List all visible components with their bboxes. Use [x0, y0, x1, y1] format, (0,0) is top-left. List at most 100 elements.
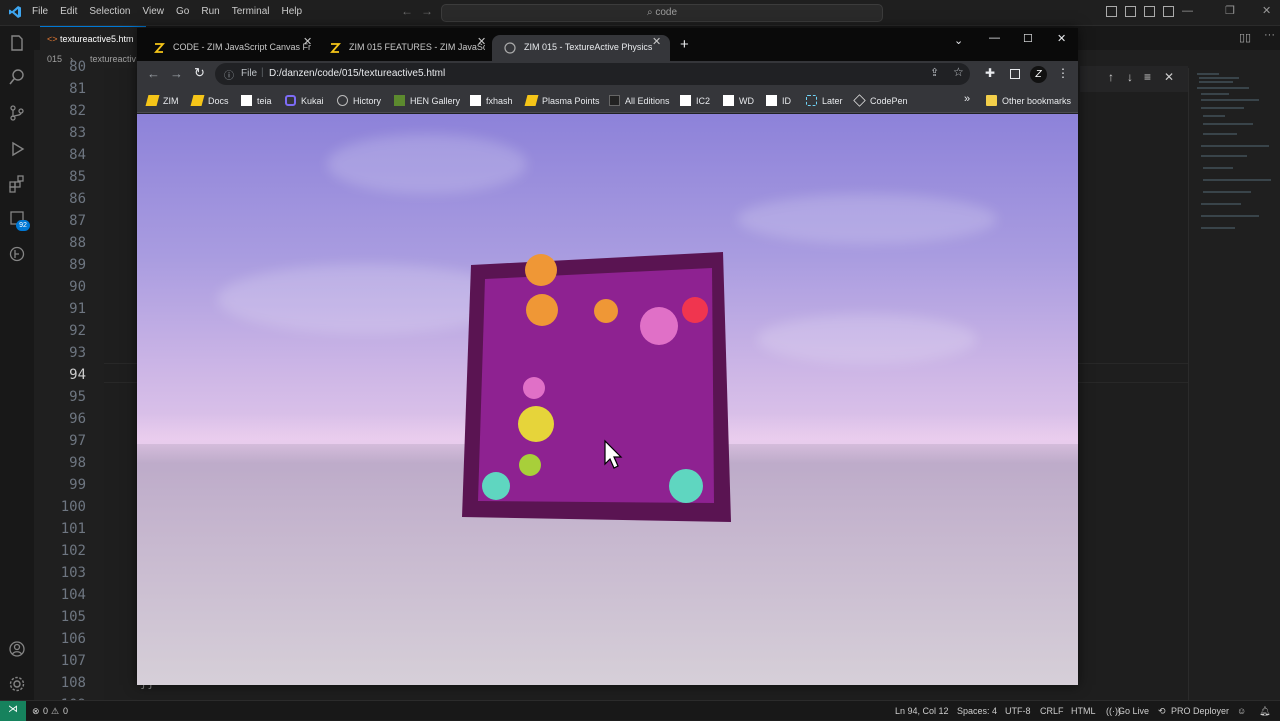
- editor-tab[interactable]: <> textureactive5.htm: [40, 26, 146, 50]
- tab-search-icon[interactable]: ⌄: [954, 34, 963, 47]
- next-match-icon[interactable]: ↓: [1127, 70, 1133, 84]
- share-icon[interactable]: ⇪: [930, 66, 939, 79]
- physics-ball[interactable]: [525, 254, 557, 286]
- remote-indicator[interactable]: ⋊: [0, 701, 26, 721]
- close-tab-icon[interactable]: ✕: [303, 35, 312, 48]
- close-tab-icon[interactable]: ✕: [477, 35, 486, 48]
- chrome-menu-icon[interactable]: ⋮: [1057, 66, 1069, 80]
- physics-ball[interactable]: [594, 299, 618, 323]
- physics-panel-surface[interactable]: [478, 268, 714, 503]
- bookmark-id[interactable]: ID: [766, 95, 791, 106]
- bookmark-teia[interactable]: teia: [241, 95, 272, 106]
- minimap[interactable]: [1188, 68, 1280, 700]
- reload-icon[interactable]: ↻: [194, 65, 205, 81]
- cursor-position[interactable]: Ln 94, Col 12: [895, 706, 949, 716]
- timeline-icon[interactable]: [8, 245, 26, 263]
- browser-minimize-icon[interactable]: —: [989, 32, 1000, 44]
- command-center[interactable]: ⌕ code: [441, 4, 883, 22]
- command-center-label: code: [655, 7, 678, 18]
- browser-tab-active[interactable]: ZIM 015 - TextureActive Physics: [492, 35, 670, 61]
- bookmark-star-icon[interactable]: ☆: [953, 65, 964, 79]
- bookmark-docs[interactable]: Docs: [190, 95, 229, 106]
- bookmark-ic2[interactable]: IC2: [680, 95, 710, 106]
- menu-selection[interactable]: Selection: [89, 6, 130, 17]
- physics-ball[interactable]: [523, 377, 545, 399]
- physics-ball[interactable]: [526, 294, 558, 326]
- forward-icon[interactable]: →: [170, 66, 183, 81]
- menu-run[interactable]: Run: [201, 6, 219, 17]
- menu-file[interactable]: File: [32, 6, 48, 17]
- restore-icon[interactable]: ❐: [1225, 4, 1235, 17]
- bookmark-hictory[interactable]: Hictory: [337, 95, 381, 106]
- explorer-icon[interactable]: [8, 34, 26, 52]
- minimize-icon[interactable]: —: [1182, 5, 1193, 17]
- more-bookmarks-icon[interactable]: »: [964, 93, 970, 105]
- menu-go[interactable]: Go: [176, 6, 189, 17]
- toggle-panel-icon[interactable]: [1125, 6, 1136, 17]
- notifications-bell-icon[interactable]: 🔔︎: [1259, 706, 1270, 717]
- bookmark-zim[interactable]: ZIM: [145, 95, 179, 106]
- menu-edit[interactable]: Edit: [60, 6, 77, 17]
- browser-tab[interactable]: CODE - ZIM JavaScript Canvas Fr: [141, 35, 313, 61]
- find-in-selection-icon[interactable]: ≡: [1144, 70, 1151, 84]
- source-control-icon[interactable]: [8, 104, 26, 122]
- account-icon[interactable]: [8, 640, 26, 658]
- physics-ball[interactable]: [518, 406, 554, 442]
- physics-ball[interactable]: [519, 454, 541, 476]
- bookmark-hen-gallery[interactable]: HEN Gallery: [394, 95, 460, 106]
- errors-count[interactable]: 0: [43, 706, 48, 716]
- bookmark-plasma-points[interactable]: Plasma Points: [524, 95, 600, 106]
- physics-ball[interactable]: [682, 297, 708, 323]
- line-number: 86: [69, 191, 86, 207]
- bookmark-wd[interactable]: WD: [723, 95, 754, 106]
- menu-terminal[interactable]: Terminal: [232, 6, 270, 17]
- back-arrow-icon[interactable]: ←: [401, 4, 413, 18]
- extensions-puzzle-icon[interactable]: ✚: [985, 66, 995, 80]
- physics-ball[interactable]: [640, 307, 678, 345]
- browser-close-icon[interactable]: ✕: [1057, 32, 1066, 45]
- page-viewport[interactable]: [137, 114, 1078, 685]
- settings-gear-icon[interactable]: [8, 675, 26, 693]
- run-debug-icon[interactable]: [8, 140, 26, 158]
- close-tab-icon[interactable]: ✕: [652, 35, 661, 48]
- split-editor-icon[interactable]: ▯▯: [1239, 31, 1251, 44]
- bookmark-kukai[interactable]: Kukai: [285, 95, 324, 106]
- new-tab-icon[interactable]: +: [680, 36, 689, 53]
- forward-arrow-icon[interactable]: →: [421, 4, 433, 18]
- bookmark-all-editions[interactable]: All Editions: [609, 95, 670, 106]
- warnings-count[interactable]: 0: [63, 706, 68, 716]
- errors-icon[interactable]: ⊗: [32, 706, 40, 717]
- more-actions-icon[interactable]: ···: [1264, 29, 1275, 41]
- breadcrumb-file[interactable]: textureactiv: [90, 54, 136, 64]
- physics-ball[interactable]: [669, 469, 703, 503]
- line-endings[interactable]: CRLF: [1040, 706, 1064, 716]
- toggle-sidebar-icon[interactable]: [1106, 6, 1117, 17]
- address-bar[interactable]: ⓘ File | D:/danzen/code/015/textureactiv…: [215, 63, 970, 85]
- file-encoding[interactable]: UTF-8: [1005, 706, 1031, 716]
- language-mode[interactable]: HTML: [1071, 706, 1096, 716]
- accounts-icon[interactable]: ☺: [1237, 706, 1246, 716]
- other-bookmarks[interactable]: Other bookmarks: [986, 95, 1071, 106]
- profile-avatar[interactable]: Z: [1030, 66, 1047, 83]
- back-icon[interactable]: ←: [147, 66, 160, 81]
- close-find-icon[interactable]: ✕: [1164, 70, 1174, 84]
- menu-help[interactable]: Help: [282, 6, 303, 17]
- bookmark-fxhash[interactable]: fxhash: [470, 95, 513, 106]
- search-icon[interactable]: [8, 68, 26, 86]
- pro-deployer[interactable]: PRO Deployer: [1171, 706, 1229, 716]
- bookmark-later[interactable]: Later: [806, 95, 843, 106]
- indentation[interactable]: Spaces: 4: [957, 706, 997, 716]
- go-live-button[interactable]: Go Live: [1118, 706, 1149, 716]
- browser-tab[interactable]: ZIM 015 FEATURES - ZIM JavaSc: [317, 35, 485, 61]
- physics-ball[interactable]: [482, 472, 510, 500]
- previous-match-icon[interactable]: ↑: [1108, 70, 1114, 84]
- browser-maximize-icon[interactable]: ☐: [1023, 32, 1033, 45]
- toggle-secondary-sidebar-icon[interactable]: [1144, 6, 1155, 17]
- extensions-icon[interactable]: [8, 175, 26, 193]
- side-panel-icon[interactable]: [1010, 69, 1020, 79]
- customize-layout-icon[interactable]: [1163, 6, 1174, 17]
- bookmark-codepen[interactable]: CodePen: [853, 94, 908, 107]
- warnings-icon[interactable]: ⚠: [51, 706, 59, 717]
- close-icon[interactable]: ✕: [1262, 4, 1271, 17]
- menu-view[interactable]: View: [143, 6, 165, 17]
